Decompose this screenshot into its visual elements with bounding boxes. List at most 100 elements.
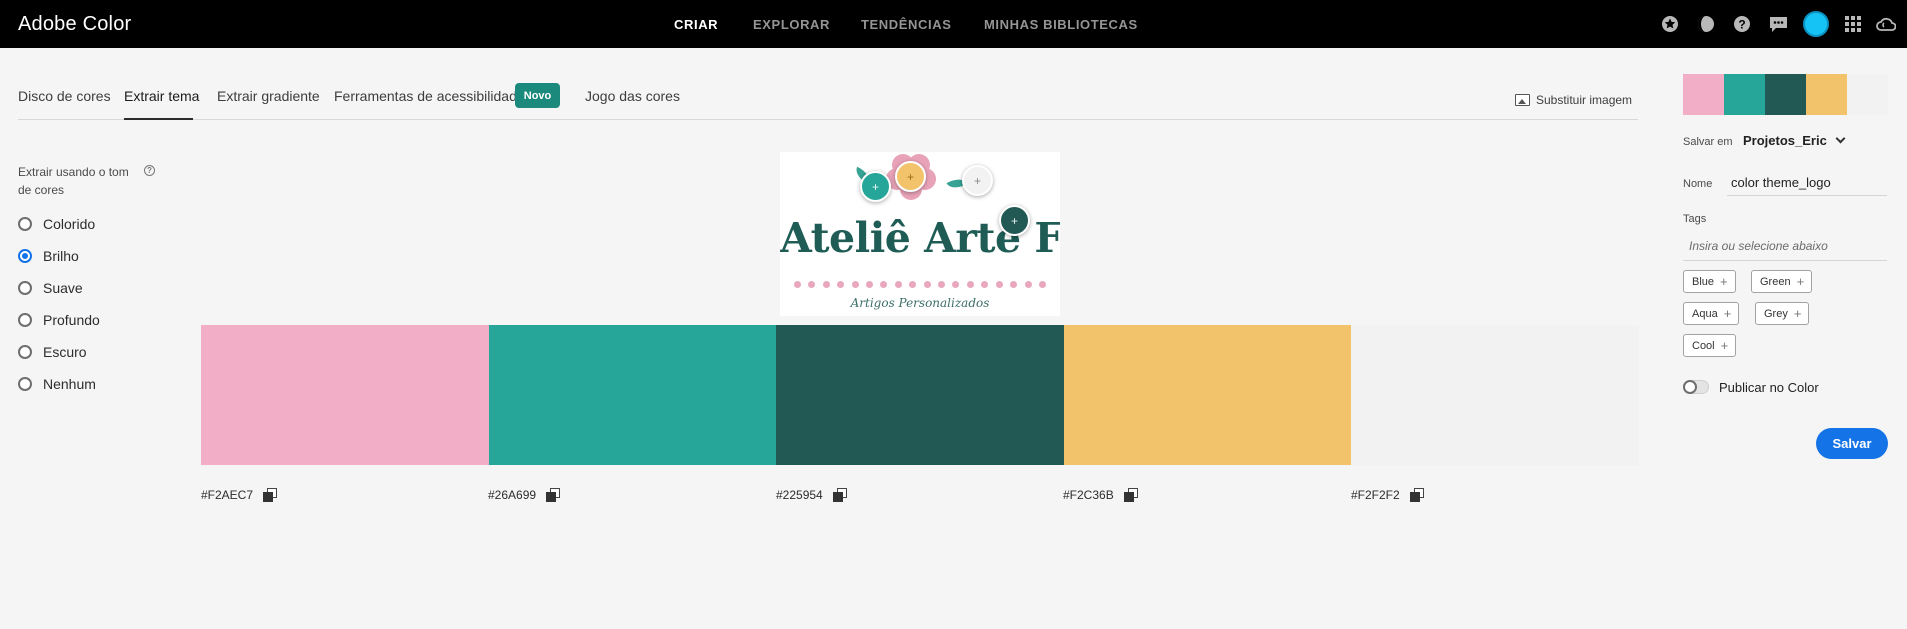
feedback-icon[interactable] [1767,13,1789,35]
top-nav: CRIAR EXPLORAR TENDÊNCIAS MINHAS BIBLIOT… [0,17,1907,33]
tags-label: Tags [1683,213,1707,225]
preview-swatch [1765,74,1806,115]
radio-button[interactable] [18,217,32,231]
hex-value[interactable]: #F2F2F2 [1351,488,1400,502]
mood-title: Extrair usando o tom de cores [18,165,129,197]
tag-green[interactable]: Green + [1751,270,1813,293]
mood-option-brilho[interactable]: Brilho [18,248,79,264]
copy-icon[interactable] [263,488,278,502]
hex-value[interactable]: #F2C36B [1063,488,1114,502]
tags-input[interactable] [1683,231,1887,261]
color-picker-handle[interactable]: + [999,205,1030,236]
mood-option-escuro[interactable]: Escuro [18,344,87,360]
hex-row-3: #225954 [776,488,847,502]
copy-icon[interactable] [1409,488,1424,502]
image-logo-subtitle: Artigos Personalizados [850,296,990,310]
mood-option-label: Colorido [43,216,96,232]
plus-icon: + [1720,338,1729,353]
info-icon[interactable]: ? [144,165,155,176]
theme-icon[interactable] [1695,13,1717,35]
nav-tendencias[interactable]: TENDÊNCIAS [861,17,952,32]
star-icon[interactable] [1659,13,1681,35]
avatar[interactable] [1803,11,1829,37]
mood-option-profundo[interactable]: Profundo [18,312,100,328]
tab-extrair-gradiente[interactable]: Extrair gradiente [217,88,320,104]
radio-button-checked[interactable] [18,249,32,263]
nav-explorar[interactable]: EXPLORAR [753,17,830,32]
plus-icon: + [1796,274,1805,289]
tag-cool[interactable]: Cool + [1683,334,1737,357]
plus-icon: + [1793,306,1802,321]
mood-option-label: Nenhum [43,376,96,392]
copy-icon[interactable] [546,488,561,502]
save-in-label: Salvar em [1683,136,1733,148]
copy-icon[interactable] [1123,488,1138,502]
library-dropdown-value: Projetos_Eric [1743,133,1827,148]
color-picker-handle[interactable]: + [860,171,891,202]
mood-option-suave[interactable]: Suave [18,280,83,296]
nav-minhas-bibliotecas[interactable]: MINHAS BIBLIOTECAS [984,17,1138,32]
theme-preview [1683,74,1888,115]
swatch-1[interactable] [201,325,489,465]
copy-icon[interactable] [832,488,847,502]
tab-jogo-das-cores[interactable]: Jogo das cores [585,88,680,104]
swatch-2[interactable] [488,325,777,465]
tab-disco-de-cores[interactable]: Disco de cores [18,88,111,104]
svg-text:?: ? [1738,18,1745,32]
mood-option-label: Profundo [43,312,100,328]
name-label: Nome [1683,178,1713,190]
tab-extrair-tema[interactable]: Extrair tema [124,88,199,104]
help-icon[interactable]: ? [1731,13,1753,35]
tag-label: Blue [1692,275,1715,288]
radio-button[interactable] [18,313,32,327]
publish-label: Publicar no Color [1719,380,1819,395]
mood-option-label: Brilho [43,248,79,264]
hex-value[interactable]: #225954 [776,488,823,502]
radio-button[interactable] [18,377,32,391]
mood-option-label: Escuro [43,344,87,360]
tag-label: Aqua [1692,307,1718,320]
library-dropdown[interactable]: Projetos_Eric [1743,133,1846,148]
radio-button[interactable] [18,345,32,359]
tag-label: Grey [1764,307,1788,320]
publish-toggle[interactable] [1683,380,1709,394]
source-image[interactable]: Ateliê Arte Fina Artigos Personalizados … [780,152,1060,316]
mood-option-nenhum[interactable]: Nenhum [18,376,96,392]
swatch-4[interactable] [1063,325,1352,465]
hex-value[interactable]: #26A699 [488,488,536,502]
color-picker-handle[interactable]: + [895,161,926,192]
creative-cloud-icon[interactable] [1875,13,1897,35]
plus-icon: + [1723,306,1732,321]
name-field[interactable] [1727,170,1887,196]
radio-button[interactable] [18,281,32,295]
preview-swatch [1724,74,1765,115]
nav-criar[interactable]: CRIAR [674,17,718,32]
apps-grid-icon[interactable] [1842,13,1864,35]
image-icon [1515,94,1530,106]
replace-image-label: Substituir imagem [1536,93,1633,107]
tag-aqua[interactable]: Aqua + [1683,302,1740,325]
hex-row-5: #F2F2F2 [1351,488,1424,502]
mode-tabs: Disco de cores Extrair tema Extrair grad… [18,80,1638,120]
preview-swatch [1806,74,1847,115]
tab-ferramentas-acessibilidade[interactable]: Ferramentas de acessibilidade [334,88,525,104]
replace-image-button[interactable]: Substituir imagem [1515,93,1632,107]
tag-blue[interactable]: Blue + [1683,270,1736,293]
hex-value[interactable]: #F2AEC7 [201,488,253,502]
tag-label: Cool [1692,339,1715,352]
image-dots [794,279,1046,289]
active-tab-indicator [124,118,193,120]
tag-grey[interactable]: Grey + [1755,302,1810,325]
preview-swatch [1847,74,1888,115]
new-badge: Novo [515,83,560,108]
swatch-5[interactable] [1351,325,1639,465]
color-picker-handle[interactable]: + [962,165,993,196]
hex-row-2: #26A699 [488,488,561,502]
hex-row-4: #F2C36B [1063,488,1138,502]
mood-option-colorido[interactable]: Colorido [18,216,95,232]
mood-option-label: Suave [43,280,83,296]
swatch-3[interactable] [776,325,1064,465]
chevron-down-icon [1835,133,1846,144]
hex-row-1: #F2AEC7 [201,488,278,502]
save-button[interactable]: Salvar [1816,428,1888,459]
